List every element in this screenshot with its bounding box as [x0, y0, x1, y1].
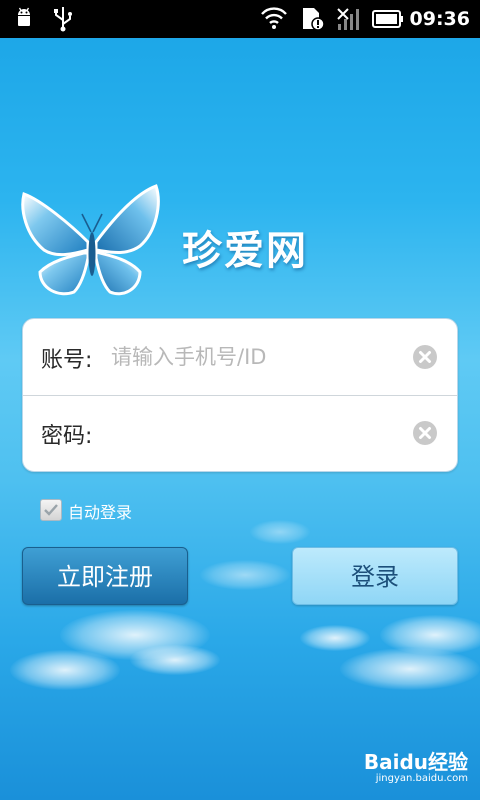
- battery-icon: [372, 10, 404, 32]
- account-row: 账号:: [23, 319, 457, 396]
- auto-login-checkbox[interactable]: [40, 499, 62, 521]
- cloud: [300, 625, 370, 651]
- baidu-watermark: Baidu经验 jingyan.baidu.com: [348, 746, 468, 790]
- brand-name: 珍爱网: [182, 228, 308, 274]
- sim-alert-icon: [300, 6, 326, 36]
- cloud: [130, 645, 220, 675]
- check-icon: [44, 504, 58, 516]
- password-row: 密码:: [23, 395, 457, 471]
- password-label: 密码:: [41, 424, 93, 449]
- butterfly-icon: [16, 180, 166, 305]
- status-time: 09:36: [409, 8, 470, 30]
- auto-login-label: 自动登录: [68, 503, 133, 522]
- cloud: [250, 520, 310, 544]
- watermark-main: Baidu经验: [363, 750, 468, 774]
- wifi-icon: [260, 6, 288, 34]
- password-input[interactable]: [109, 415, 403, 451]
- cloud: [200, 560, 290, 590]
- android-debug-icon: [12, 6, 36, 34]
- cloud: [10, 650, 120, 690]
- clear-icon[interactable]: [413, 345, 437, 369]
- account-label: 账号:: [41, 348, 93, 373]
- register-button[interactable]: 立即注册: [22, 547, 188, 605]
- account-input[interactable]: [109, 339, 403, 375]
- usb-icon: [52, 6, 74, 36]
- signal-off-icon: [336, 6, 362, 36]
- login-button[interactable]: 登录: [292, 547, 458, 605]
- status-bar: 09:36: [0, 0, 480, 38]
- login-form: 账号: 密码:: [22, 318, 458, 472]
- watermark-sub: jingyan.baidu.com: [375, 773, 468, 784]
- cloud: [340, 648, 480, 690]
- clear-icon[interactable]: [413, 421, 437, 445]
